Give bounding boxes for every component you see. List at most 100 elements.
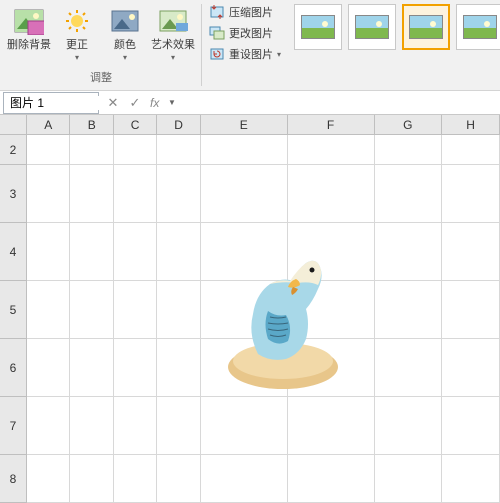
style-thumb-1[interactable] <box>294 4 342 50</box>
cell[interactable] <box>70 223 113 281</box>
cell[interactable] <box>375 281 443 339</box>
cell[interactable] <box>70 165 113 223</box>
cell[interactable] <box>27 339 70 397</box>
cell[interactable] <box>114 397 157 455</box>
style-thumb-2[interactable] <box>348 4 396 50</box>
col-header[interactable]: A <box>27 115 70 135</box>
cell[interactable] <box>288 397 375 455</box>
formula-bar: ▼ ✕ ✓ fx <box>0 91 500 115</box>
col-header[interactable]: G <box>375 115 443 135</box>
cell[interactable] <box>114 455 157 503</box>
row-header[interactable]: 7 <box>0 397 27 455</box>
color-icon <box>109 5 141 37</box>
chevron-down-icon: ▾ <box>75 53 79 62</box>
cell[interactable] <box>114 281 157 339</box>
cell[interactable] <box>70 397 113 455</box>
change-picture-button[interactable]: 更改图片 <box>206 23 284 43</box>
name-box-dropdown[interactable]: ▼ <box>165 98 179 107</box>
col-header[interactable]: B <box>70 115 113 135</box>
cell[interactable] <box>27 281 70 339</box>
compress-picture-button[interactable]: 压缩图片 <box>206 2 284 22</box>
change-label: 更改图片 <box>229 25 273 41</box>
cell[interactable] <box>114 339 157 397</box>
ribbon: 删除背景 更正 ▾ 颜色 ▾ 艺术效果 ▾ <box>0 0 500 91</box>
cell[interactable] <box>375 339 443 397</box>
cell[interactable] <box>27 165 70 223</box>
cell[interactable] <box>442 135 500 165</box>
table-row: 3 <box>0 165 500 223</box>
color-button[interactable]: 颜色 ▾ <box>102 2 148 65</box>
cell[interactable] <box>114 165 157 223</box>
row-header[interactable]: 3 <box>0 165 27 223</box>
col-header[interactable]: D <box>157 115 200 135</box>
reset-icon <box>209 46 225 62</box>
cell[interactable] <box>442 281 500 339</box>
col-header[interactable]: C <box>114 115 157 135</box>
row-header[interactable]: 5 <box>0 281 27 339</box>
cell[interactable] <box>442 165 500 223</box>
cell[interactable] <box>442 455 500 503</box>
corrections-label: 更正 <box>66 39 88 52</box>
col-header[interactable]: F <box>288 115 375 135</box>
landscape-icon <box>355 15 389 39</box>
cell[interactable] <box>201 165 288 223</box>
remove-background-button[interactable]: 删除背景 <box>6 2 52 65</box>
cell[interactable] <box>70 339 113 397</box>
style-thumb-3[interactable] <box>402 4 450 50</box>
row-header[interactable]: 2 <box>0 135 27 165</box>
select-all-corner[interactable] <box>0 115 27 135</box>
cell[interactable] <box>157 135 200 165</box>
cell[interactable] <box>157 223 200 281</box>
row-header[interactable]: 8 <box>0 455 27 503</box>
confirm-button[interactable]: ✓ <box>124 95 146 111</box>
cell[interactable] <box>27 223 70 281</box>
cell[interactable] <box>27 455 70 503</box>
row-header[interactable]: 6 <box>0 339 27 397</box>
reset-picture-button[interactable]: 重设图片 ▾ <box>206 44 284 64</box>
cancel-button[interactable]: ✕ <box>102 95 124 111</box>
cell[interactable] <box>70 281 113 339</box>
table-row: 2 <box>0 135 500 165</box>
cell[interactable] <box>114 223 157 281</box>
cell[interactable] <box>442 397 500 455</box>
cell[interactable] <box>375 455 443 503</box>
cell[interactable] <box>27 135 70 165</box>
cell[interactable] <box>157 165 200 223</box>
cell[interactable] <box>157 339 200 397</box>
remove-bg-icon <box>13 5 45 37</box>
row-header[interactable]: 4 <box>0 223 27 281</box>
corrections-button[interactable]: 更正 ▾ <box>54 2 100 65</box>
cell[interactable] <box>201 397 288 455</box>
col-header[interactable]: H <box>442 115 500 135</box>
cell[interactable] <box>375 223 443 281</box>
artistic-effects-button[interactable]: 艺术效果 ▾ <box>150 2 196 65</box>
cell[interactable] <box>201 135 288 165</box>
cell[interactable] <box>288 135 375 165</box>
cell[interactable] <box>114 135 157 165</box>
fx-label[interactable]: fx <box>146 96 163 110</box>
cell[interactable] <box>442 223 500 281</box>
cell[interactable] <box>27 397 70 455</box>
cell[interactable] <box>157 397 200 455</box>
cell[interactable] <box>201 455 288 503</box>
change-icon <box>209 25 225 41</box>
cell[interactable] <box>288 165 375 223</box>
cell[interactable] <box>375 135 443 165</box>
cell[interactable] <box>375 165 443 223</box>
table-row: 7 <box>0 397 500 455</box>
cell[interactable] <box>157 281 200 339</box>
cell[interactable] <box>70 135 113 165</box>
cell[interactable] <box>157 455 200 503</box>
inserted-picture[interactable] <box>198 239 348 389</box>
cell[interactable] <box>288 455 375 503</box>
col-header[interactable]: E <box>201 115 288 135</box>
cell[interactable] <box>442 339 500 397</box>
adjust-group: 删除背景 更正 ▾ 颜色 ▾ 艺术效果 ▾ <box>0 0 202 90</box>
spreadsheet-grid[interactable]: ABCDEFGH 2345678 <box>0 115 500 500</box>
cell[interactable] <box>375 397 443 455</box>
cell[interactable] <box>70 455 113 503</box>
style-thumb-4[interactable] <box>456 4 500 50</box>
color-label: 颜色 <box>114 39 136 52</box>
name-box[interactable]: ▼ <box>3 92 99 114</box>
landscape-icon <box>301 15 335 39</box>
